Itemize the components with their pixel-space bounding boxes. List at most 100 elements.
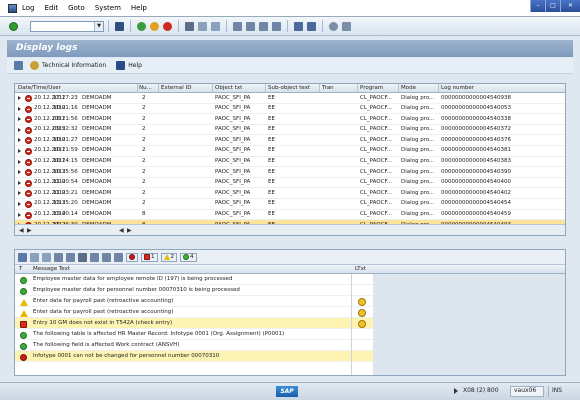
- table-row[interactable]: 20.12.2012 10:11:59 DEMOADM 2 PAOC_SFI_PA EE C…: [15, 146, 565, 157]
- expand-arrow-icon[interactable]: [18, 201, 21, 206]
- menu-edit[interactable]: Edit: [45, 4, 59, 12]
- column-header[interactable]: Message Text: [33, 266, 70, 272]
- total-icon[interactable]: [66, 252, 75, 262]
- expand-arrow-icon[interactable]: [18, 138, 21, 143]
- column-header[interactable]: Nu...: [139, 85, 152, 91]
- expand-arrow-icon[interactable]: [18, 127, 21, 132]
- table-row[interactable]: 20.12.2012 17:17:23 DEMOADM 2 PAOC_SFI_PA EE C…: [15, 93, 565, 104]
- scroll-right-icon[interactable]: ▶: [127, 227, 132, 234]
- help-button[interactable]: Help: [128, 62, 142, 69]
- export-icon[interactable]: [90, 252, 99, 262]
- column-header[interactable]: External ID: [161, 85, 191, 91]
- table-row[interactable]: 20.12.2012 10:01:16 DEMOADM 2 PAOC_SFI_PA EE C…: [15, 104, 565, 115]
- table-row[interactable]: 20.12.2012 10:01:27 DEMOADM 2 PAOC_SFI_PA EE C…: [15, 135, 565, 146]
- sort-descending-icon[interactable]: [42, 252, 51, 262]
- technical-info-icon[interactable]: [30, 61, 39, 70]
- column-header[interactable]: Program: [360, 85, 383, 91]
- new-session-icon[interactable]: [294, 21, 303, 31]
- command-field[interactable]: ▼: [30, 20, 104, 32]
- find-icon[interactable]: [198, 21, 207, 31]
- status-expand-icon[interactable]: [454, 388, 458, 394]
- table-row[interactable]: 20.12.2012 13:35:20 DEMOADM 2 PAOC_SFI_PA EE C…: [15, 199, 565, 210]
- menu-log[interactable]: Log: [22, 4, 35, 12]
- expand-arrow-icon[interactable]: [18, 180, 21, 185]
- save-icon[interactable]: [115, 21, 124, 31]
- long-text-icon[interactable]: [358, 319, 366, 328]
- expand-arrow-icon[interactable]: [18, 212, 21, 217]
- find-next-icon[interactable]: [211, 21, 220, 31]
- expand-arrow-icon[interactable]: [18, 170, 21, 175]
- maximize-icon[interactable]: □: [545, 0, 560, 12]
- column-header[interactable]: Log number: [441, 85, 474, 91]
- layout-icon[interactable]: [102, 252, 111, 262]
- expand-arrow-icon[interactable]: [18, 148, 21, 153]
- expand-arrow-icon[interactable]: [18, 106, 21, 111]
- help-icon[interactable]: [329, 21, 338, 31]
- column-header[interactable]: LTxt: [355, 266, 366, 272]
- yellow-status-icon: [20, 309, 28, 317]
- last-page-icon[interactable]: [272, 21, 281, 31]
- table-row[interactable]: 20.12.2012 13:40:14 DEMOADM 8 PAOC_SFI_PA EE C…: [15, 210, 565, 221]
- column-header[interactable]: Date/Time/User: [18, 85, 61, 91]
- toolbar-separator: [287, 20, 288, 32]
- expand-arrow-icon[interactable]: [18, 117, 21, 122]
- back-icon[interactable]: [137, 21, 146, 31]
- scroll-left-icon[interactable]: ◀: [19, 227, 24, 234]
- previous-page-icon[interactable]: [246, 21, 255, 31]
- status-separator: [548, 386, 549, 397]
- menu-system[interactable]: System: [95, 4, 121, 12]
- print-icon[interactable]: [185, 21, 194, 31]
- log-obj: PAOC_SFI_PA: [215, 126, 251, 133]
- system-info[interactable]: X08 (2) 800: [463, 387, 499, 394]
- next-page-icon[interactable]: [259, 21, 268, 31]
- table-row[interactable]: 20.12.2012 11:03:21 DEMOADM 2 PAOC_SFI_PA EE C…: [15, 188, 565, 199]
- sort-ascending-icon[interactable]: [30, 252, 39, 262]
- cancel-icon[interactable]: [163, 21, 172, 31]
- minimize-icon[interactable]: –: [530, 0, 545, 12]
- expand-arrow-icon[interactable]: [18, 159, 21, 164]
- table-row[interactable]: 20.12.2012 10:35:56 DEMOADM 2 PAOC_SFI_PA EE C…: [15, 167, 565, 178]
- long-text-icon[interactable]: [358, 308, 366, 317]
- expand-arrow-icon[interactable]: [18, 96, 21, 100]
- customize-layout-icon[interactable]: [342, 21, 351, 31]
- error-filter-button[interactable]: 1: [141, 252, 158, 262]
- change-layout-icon[interactable]: [114, 252, 123, 262]
- log-prog: CL_PAOCF...: [360, 200, 392, 207]
- filter-icon[interactable]: [54, 252, 63, 262]
- print-icon[interactable]: [78, 252, 87, 262]
- technical-info-button[interactable]: Technical Information: [42, 62, 106, 69]
- all-messages-button[interactable]: [126, 252, 138, 262]
- scroll-left-icon[interactable]: ◀: [119, 227, 124, 234]
- exit-icon[interactable]: [150, 21, 159, 31]
- log-obj: PAOC_SFI_PA: [215, 179, 251, 186]
- shortcut-icon[interactable]: [307, 21, 316, 31]
- close-icon[interactable]: ✕: [560, 0, 580, 12]
- column-header[interactable]: T: [19, 266, 22, 272]
- warning-filter-button[interactable]: 2: [160, 252, 177, 262]
- column-header[interactable]: Object txt: [215, 85, 242, 91]
- table-row[interactable]: 20.12.2012 09:52:32 DEMOADM 2 PAOC_SFI_PA EE C…: [15, 125, 565, 136]
- expand-arrow-icon[interactable]: [18, 191, 21, 196]
- first-page-icon[interactable]: [233, 21, 242, 31]
- detail-icon[interactable]: [14, 61, 23, 70]
- log-time: 09:52:32: [53, 126, 78, 133]
- scroll-right-icon[interactable]: ▶: [27, 227, 32, 234]
- menu-help[interactable]: Help: [131, 4, 147, 12]
- system-menu-icon[interactable]: [8, 3, 17, 13]
- enter-icon[interactable]: [9, 21, 18, 31]
- column-header[interactable]: Sub-object text: [268, 85, 310, 91]
- table-row[interactable]: 20.12.2012 10:14:15 DEMOADM 2 PAOC_SFI_PA EE C…: [15, 157, 565, 168]
- long-text-icon[interactable]: [358, 297, 366, 306]
- column-header[interactable]: Tran: [322, 85, 334, 91]
- detail-icon[interactable]: [18, 252, 27, 262]
- table-row[interactable]: 20.12.2012 11:00:54 DEMOADM 2 PAOC_SFI_PA EE C…: [15, 178, 565, 189]
- help-book-icon[interactable]: [116, 61, 126, 70]
- log-mode: Dialog pro...: [401, 147, 435, 154]
- column-header[interactable]: Mode: [401, 85, 416, 91]
- menu-goto[interactable]: Goto: [68, 4, 85, 12]
- log-sub: EE: [268, 94, 275, 101]
- horizontal-scrollbar[interactable]: ◀ ▶ ◀ ▶: [15, 224, 565, 235]
- success-filter-button[interactable]: 4: [180, 252, 197, 262]
- chevron-down-icon[interactable]: ▼: [94, 21, 103, 31]
- table-row[interactable]: 20.12.2012 08:11:56 DEMOADM 2 PAOC_SFI_PA EE C…: [15, 114, 565, 125]
